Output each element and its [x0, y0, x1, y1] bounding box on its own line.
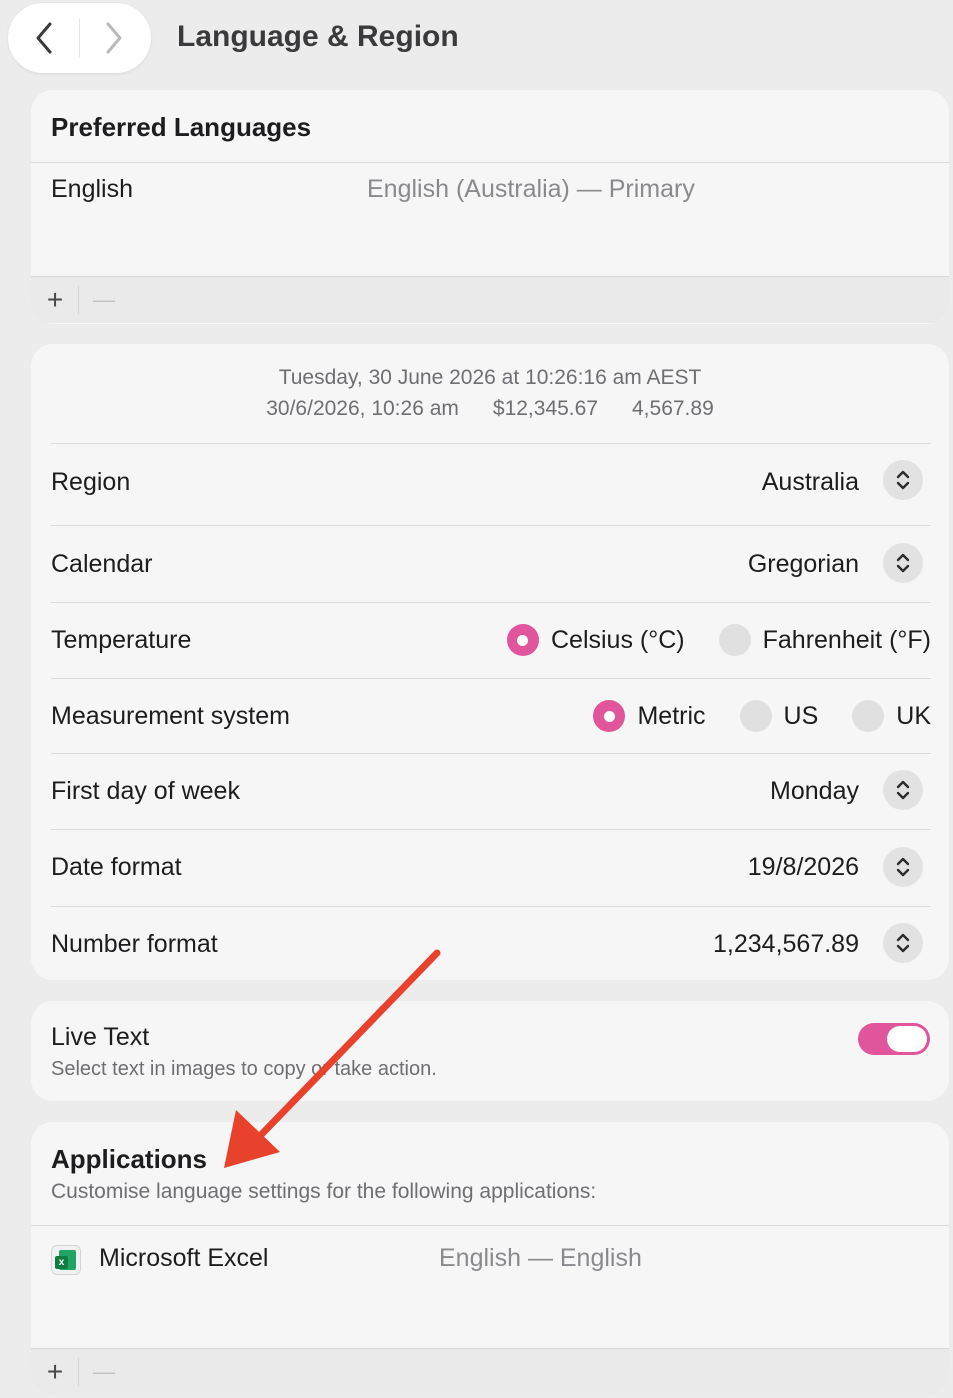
chevron-left-icon: [36, 22, 52, 54]
applications-list-footer: + —: [31, 1348, 949, 1395]
date-format-row: Date format 19/8/2026: [31, 830, 949, 906]
language-detail: English (Australia) — Primary: [367, 175, 695, 203]
radio-unselected-icon: [739, 700, 772, 732]
chevron-up-down-icon: [896, 780, 910, 800]
chevron-up-down-icon: [896, 470, 910, 490]
radio-uk-label: UK: [896, 701, 931, 730]
format-preview-values: 30/6/2026, 10:26 am $12,345.67 4,567.89: [31, 397, 949, 421]
date-format-label: Date format: [51, 853, 182, 881]
navigation-pill: [8, 3, 151, 73]
format-preview-currency: $12,345.67: [492, 397, 598, 420]
language-name: English: [51, 175, 133, 203]
radio-unselected-icon: [852, 700, 885, 732]
number-format-value[interactable]: 1,234,567.89: [713, 930, 859, 959]
date-format-value[interactable]: 19/8/2026: [748, 853, 859, 882]
first-day-label: First day of week: [51, 777, 240, 805]
forward-button[interactable]: [94, 18, 134, 58]
live-text-card: Live Text Select text in images to copy …: [31, 1001, 949, 1101]
number-format-popup-button[interactable]: [883, 923, 923, 963]
calendar-label: Calendar: [51, 550, 153, 578]
radio-metric-label: Metric: [637, 701, 706, 730]
radio-uk[interactable]: UK: [852, 700, 931, 732]
chevron-up-down-icon: [896, 857, 910, 877]
remove-language-button[interactable]: —: [87, 283, 121, 317]
region-label: Region: [51, 468, 131, 496]
region-popup-button[interactable]: [883, 460, 923, 500]
temperature-row: Temperature Celsius (°C) Fahrenheit (°F): [31, 603, 949, 678]
measurement-radio-group: Metric US UK: [559, 700, 931, 732]
measurement-label: Measurement system: [51, 702, 290, 730]
application-row[interactable]: x Microsoft Excel English — English: [31, 1226, 949, 1346]
language-row[interactable]: English English (Australia) — Primary: [31, 163, 949, 275]
number-format-row: Number format 1,234,567.89: [31, 907, 949, 980]
application-name: Microsoft Excel: [99, 1244, 269, 1272]
preferred-languages-heading: Preferred Languages: [51, 112, 312, 142]
application-language: English — English: [439, 1244, 642, 1272]
radio-celsius-label: Celsius (°C): [550, 625, 685, 654]
radio-us-label: US: [783, 701, 819, 730]
measurement-row: Measurement system Metric US UK: [31, 679, 949, 753]
nav-divider: [79, 19, 80, 57]
format-preview-number: 4,567.89: [632, 397, 714, 420]
calendar-value[interactable]: Gregorian: [748, 550, 859, 579]
number-format-label: Number format: [51, 930, 218, 958]
radio-fahrenheit[interactable]: Fahrenheit (°F): [718, 624, 931, 656]
remove-application-button[interactable]: —: [87, 1355, 121, 1389]
calendar-popup-button[interactable]: [883, 543, 923, 583]
first-day-row: First day of week Monday: [31, 754, 949, 829]
footer-divider: [78, 286, 79, 314]
region-value[interactable]: Australia: [762, 468, 859, 497]
radio-celsius[interactable]: Celsius (°C): [506, 624, 685, 656]
applications-heading: Applications: [51, 1144, 208, 1174]
radio-unselected-icon: [718, 624, 751, 656]
chevron-up-down-icon: [896, 933, 910, 953]
calendar-row: Calendar Gregorian: [31, 526, 949, 602]
add-application-button[interactable]: +: [38, 1355, 72, 1389]
excel-icon: x: [51, 1245, 81, 1275]
language-list-footer: + —: [31, 276, 949, 323]
radio-selected-icon: [593, 700, 626, 732]
live-text-title: Live Text: [51, 1023, 150, 1051]
live-text-toggle[interactable]: [858, 1023, 930, 1055]
temperature-label: Temperature: [51, 626, 192, 654]
live-text-subtitle: Select text in images to copy or take ac…: [51, 1058, 437, 1080]
format-preview-datetime: Tuesday, 30 June 2026 at 10:26:16 am AES…: [278, 366, 702, 389]
toggle-knob: [887, 1026, 927, 1052]
radio-us[interactable]: US: [739, 700, 819, 732]
region-row: Region Australia: [31, 444, 949, 525]
radio-metric[interactable]: Metric: [593, 700, 706, 732]
radio-selected-icon: [506, 624, 539, 656]
applications-subtitle: Customise language settings for the foll…: [51, 1180, 597, 1203]
applications-card: Applications Customise language settings…: [31, 1122, 949, 1395]
chevron-up-down-icon: [896, 553, 910, 573]
add-language-button[interactable]: +: [38, 283, 72, 317]
temperature-radio-group: Celsius (°C) Fahrenheit (°F): [473, 624, 931, 656]
first-day-value[interactable]: Monday: [770, 777, 859, 806]
first-day-popup-button[interactable]: [883, 770, 923, 810]
footer-divider: [78, 1358, 79, 1386]
chevron-right-icon: [106, 22, 122, 54]
radio-fahrenheit-label: Fahrenheit (°F): [762, 625, 931, 654]
toolbar: Language & Region: [0, 0, 953, 78]
format-preview-date: 30/6/2026, 10:26 am: [266, 397, 459, 420]
region-settings-card: Tuesday, 30 June 2026 at 10:26:16 am AES…: [31, 344, 949, 980]
preferred-languages-card: Preferred Languages English English (Aus…: [31, 90, 949, 324]
date-format-popup-button[interactable]: [883, 847, 923, 887]
page-title: Language & Region: [177, 20, 459, 53]
back-button[interactable]: [24, 18, 64, 58]
